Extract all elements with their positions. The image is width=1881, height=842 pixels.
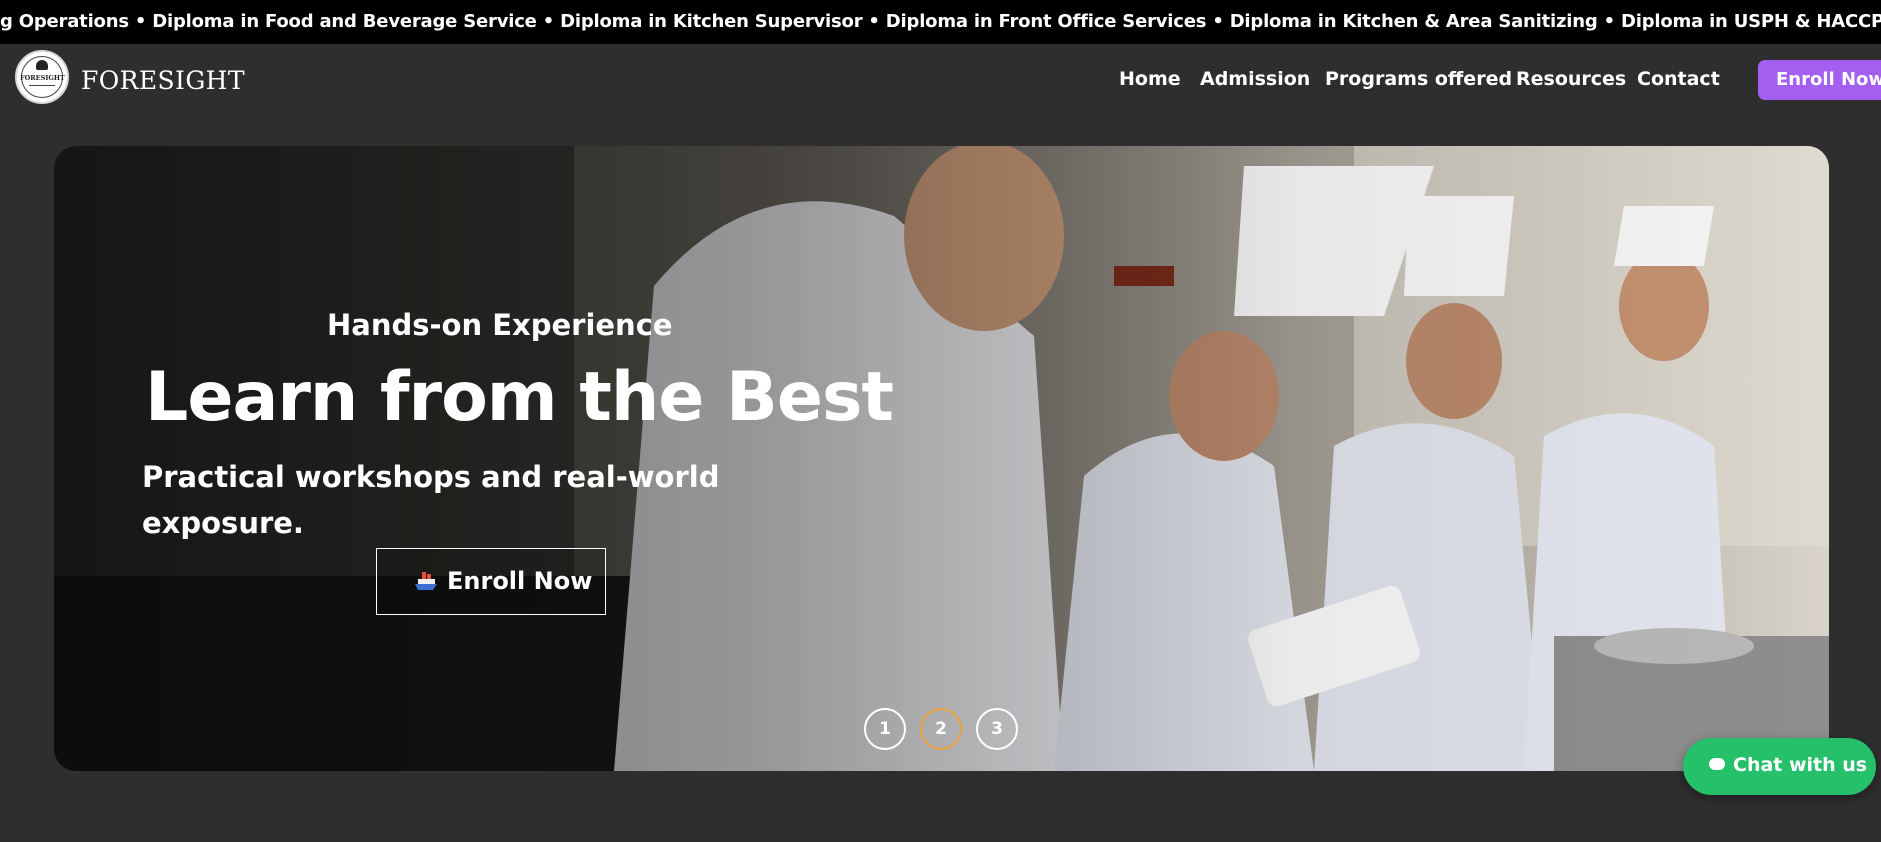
nav-admission[interactable]: Admission [1200, 68, 1310, 90]
hero-kicker: Hands-on Experience [327, 308, 673, 342]
header-enroll-button[interactable]: Enroll Now [1758, 60, 1881, 100]
ticker-text: g Operations • Diploma in Food and Bever… [0, 11, 1881, 32]
ship-icon [415, 572, 437, 590]
hero-enroll-button[interactable]: Enroll Now [376, 548, 606, 615]
chat-label: Chat with us [1733, 754, 1868, 776]
hero-enroll-label: Enroll Now [447, 567, 593, 595]
logo[interactable]: FORESIGHT [15, 50, 69, 104]
logo-text: FORESIGHT [20, 74, 65, 82]
nav-contact[interactable]: Contact [1637, 68, 1720, 90]
nav-resources[interactable]: Resources [1516, 68, 1626, 90]
hero-carousel: Hands-on Experience Learn from the Best … [54, 146, 1829, 771]
hero-subtitle: Practical workshops and real-world expos… [142, 460, 720, 540]
hero-title: Learn from the Best [145, 358, 894, 437]
navbar: FORESIGHT FORESIGHT Home Admission Progr… [0, 44, 1881, 114]
announcement-ticker: g Operations • Diploma in Food and Bever… [0, 0, 1881, 44]
slide-dot-1[interactable]: 1 [864, 708, 906, 750]
nav-programs-offered[interactable]: Programs offered [1325, 68, 1512, 90]
slide-dot-3[interactable]: 3 [976, 708, 1018, 750]
slide-dot-2-active[interactable]: 2 [920, 708, 962, 750]
brand-name[interactable]: FORESIGHT [81, 66, 245, 95]
chat-bubble-icon [1709, 758, 1725, 770]
chat-with-us-button[interactable]: Chat with us [1683, 738, 1876, 795]
logo-rule [29, 85, 55, 86]
nav-home[interactable]: Home [1119, 68, 1181, 90]
chef-hat-icon [36, 60, 48, 70]
